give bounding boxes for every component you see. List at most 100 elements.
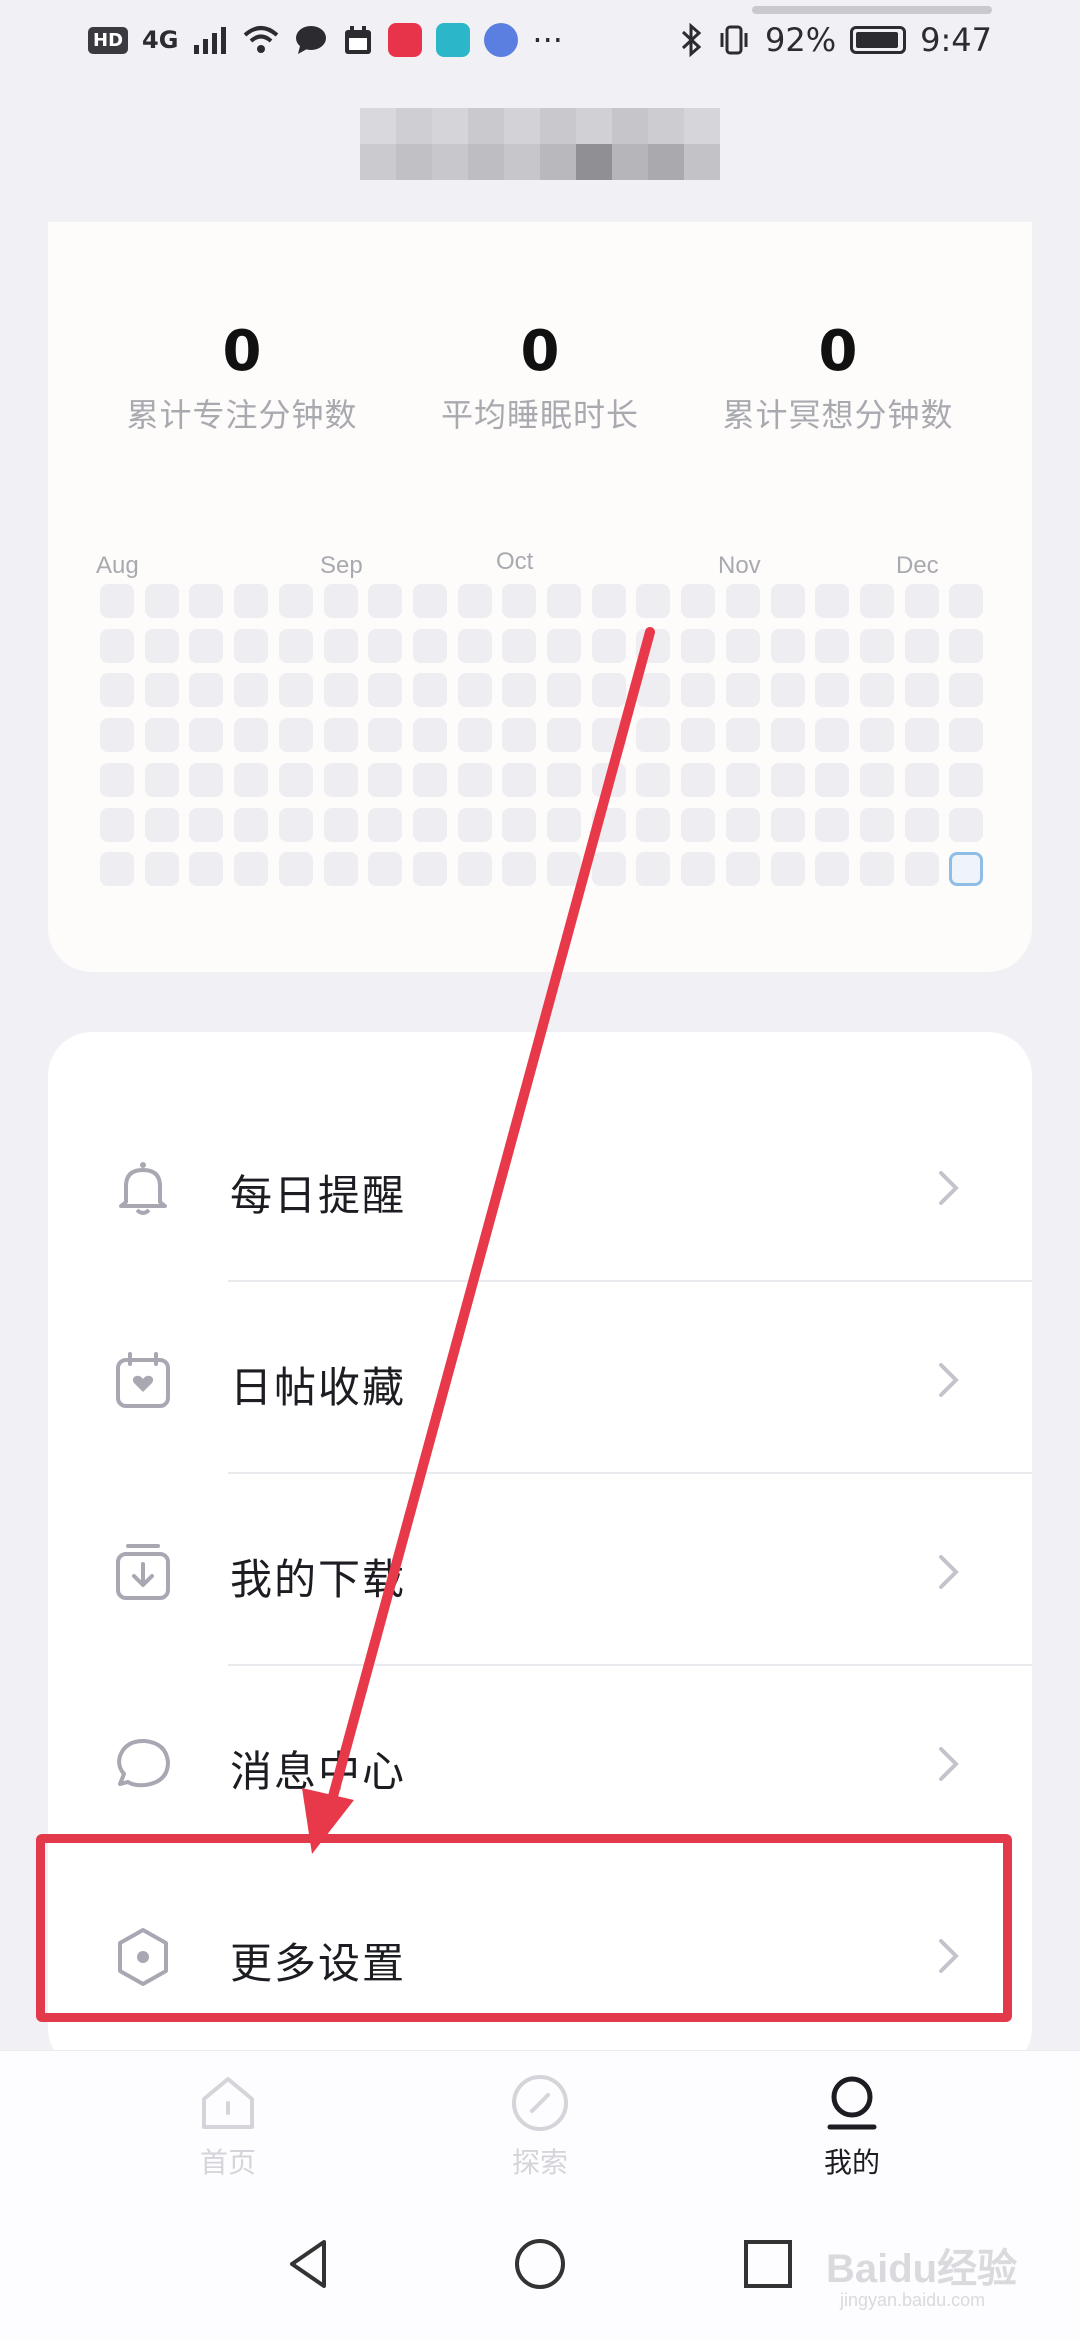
heatmap-cell [234, 808, 268, 842]
stat-label: 累计冥想分钟数 [722, 396, 954, 434]
heatmap-cell [949, 763, 983, 797]
heatmap-month-labels: Aug Sep Oct Nov Dec [48, 548, 1032, 582]
heatmap-cell [324, 718, 358, 752]
bottom-tab-bar: 首页 探索 我的 [0, 2050, 1080, 2191]
heatmap-cell [368, 718, 402, 752]
stat-meditation-minutes: 0 累计冥想分钟数 [674, 320, 1002, 436]
heatmap-cell [458, 852, 492, 886]
heatmap-cell [413, 673, 447, 707]
heatmap-cell [413, 584, 447, 618]
stat-focus-minutes: 0 累计专注分钟数 [78, 320, 406, 436]
menu-item-daily-reminder[interactable]: 每日提醒 [48, 1090, 1032, 1282]
download-icon [116, 1544, 170, 1600]
watermark-url: jingyan.baidu.com [840, 2290, 986, 2310]
network-type: 4G [142, 26, 179, 54]
heatmap-cell [234, 763, 268, 797]
heatmap-cell [771, 852, 805, 886]
heatmap-cell-today [949, 852, 983, 886]
stat-label: 累计专注分钟数 [126, 396, 358, 434]
heatmap-cell [771, 808, 805, 842]
signal-icon [194, 27, 227, 54]
tab-explore[interactable]: 探索 [460, 2071, 620, 2181]
heatmap-cell [771, 629, 805, 663]
recents-button[interactable] [738, 2234, 798, 2294]
heatmap-cell [458, 584, 492, 618]
heatmap-cell [502, 584, 536, 618]
heatmap-cell [771, 718, 805, 752]
chevron-right-icon [939, 1171, 959, 1205]
heatmap-cell [458, 673, 492, 707]
heatmap-cell [771, 584, 805, 618]
heatmap-cell [502, 808, 536, 842]
heatmap-cell [726, 718, 760, 752]
hd-badge: HD [88, 26, 129, 54]
menu-item-label: 每日提醒 [230, 1171, 407, 1220]
heatmap-cell [726, 852, 760, 886]
back-button[interactable] [280, 2234, 340, 2294]
heatmap-cell [413, 629, 447, 663]
more-notifications-icon: ··· [532, 21, 563, 59]
heatmap-cell [145, 629, 179, 663]
heatmap-cell [324, 763, 358, 797]
heatmap-cell [413, 808, 447, 842]
month-label: Nov [718, 552, 761, 579]
heatmap-cell [636, 629, 670, 663]
heatmap-cell [413, 852, 447, 886]
heatmap-cell [905, 629, 939, 663]
heatmap-cell [636, 718, 670, 752]
heatmap-cell [681, 629, 715, 663]
blurred-username [360, 108, 722, 180]
heatmap-cell [636, 852, 670, 886]
heatmap-cell [368, 673, 402, 707]
highlight-box [36, 1834, 1012, 2022]
heatmap-cell [860, 629, 894, 663]
tab-profile[interactable]: 我的 [772, 2071, 932, 2181]
heatmap-cell [681, 718, 715, 752]
heatmap-cell [234, 673, 268, 707]
heatmap-cell [547, 673, 581, 707]
heatmap-cell [949, 584, 983, 618]
menu-item-message-center[interactable]: 消息中心 [48, 1666, 1032, 1858]
heatmap-cell [458, 808, 492, 842]
chevron-right-icon [939, 1555, 959, 1589]
month-label: Dec [896, 552, 939, 579]
battery-icon [850, 26, 907, 54]
heatmap-cell [592, 808, 626, 842]
home-button[interactable] [510, 2234, 570, 2294]
heatmap-cell [771, 673, 805, 707]
chevron-right-icon [939, 1363, 959, 1397]
heatmap-cell [905, 718, 939, 752]
heatmap-cell [905, 763, 939, 797]
heatmap-cell [502, 718, 536, 752]
heatmap-cell [324, 629, 358, 663]
home-icon [202, 2077, 254, 2129]
tab-home[interactable]: 首页 [148, 2071, 308, 2181]
heatmap-cell [189, 584, 223, 618]
heatmap-cell [547, 584, 581, 618]
heatmap-cell [726, 763, 760, 797]
heatmap-cell [234, 852, 268, 886]
heatmap-cell [234, 629, 268, 663]
menu-item-downloads[interactable]: 我的下载 [48, 1474, 1032, 1666]
calendar-icon [345, 26, 372, 54]
heatmap-cell [592, 763, 626, 797]
heatmap-cell [905, 584, 939, 618]
heatmap-cell [458, 629, 492, 663]
heatmap-cell [949, 673, 983, 707]
heatmap-cell [815, 629, 849, 663]
stat-value: 0 [222, 319, 262, 384]
month-label: Sep [320, 552, 363, 579]
heatmap-cell [279, 584, 313, 618]
heatmap-cell [145, 584, 179, 618]
heatmap-cell [458, 718, 492, 752]
heatmap-cell [726, 808, 760, 842]
menu-item-favorites[interactable]: 日帖收藏 [48, 1282, 1032, 1474]
heatmap-cell [502, 763, 536, 797]
profile-icon [827, 2076, 877, 2130]
menu-item-label: 日帖收藏 [230, 1363, 407, 1412]
heatmap-cell [592, 852, 626, 886]
heatmap-cell [949, 629, 983, 663]
tab-label: 我的 [823, 2146, 880, 2179]
stat-sleep-duration: 0 平均睡眠时长 [376, 320, 704, 436]
heatmap-cell [592, 584, 626, 618]
